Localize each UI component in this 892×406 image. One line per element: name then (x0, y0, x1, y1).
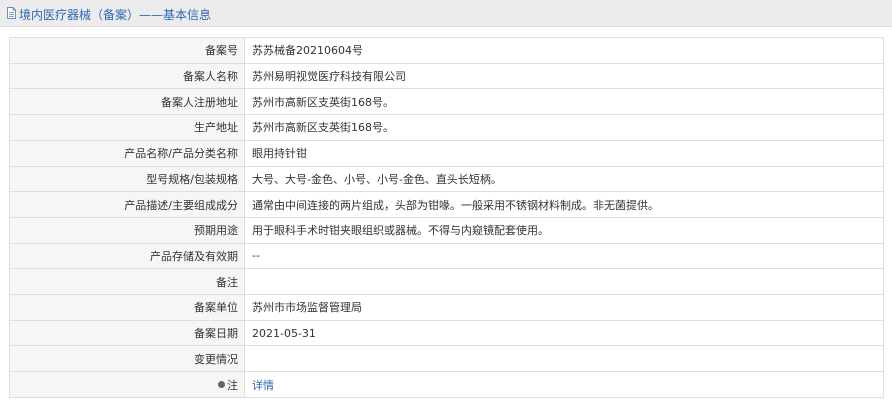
note-label-cell: 注 (9, 371, 245, 398)
table-row: 注 详情 (9, 371, 884, 398)
table-row: 备案日期 2021-05-31 (9, 319, 884, 347)
details-link[interactable]: 详情 (252, 379, 274, 392)
field-value: 眼用持针钳 (244, 139, 884, 167)
table-row: 备案人注册地址 苏州市高新区支英街168号。 (9, 88, 884, 116)
field-value: 苏州易明视觉医疗科技有限公司 (244, 62, 884, 90)
table-row: 备案单位 苏州市市场监督管理局 (9, 294, 884, 321)
pin-icon (218, 381, 225, 389)
title-bar: 境内医疗器械（备案）——基本信息 (0, 0, 892, 27)
note-label: 注 (227, 378, 238, 392)
basic-info-table: 备案号 苏苏械备20210604号 备案人名称 苏州易明视觉医疗科技有限公司 备… (9, 37, 884, 398)
field-label: 备案单位 (9, 294, 245, 321)
page-title: 境内医疗器械（备案）——基本信息 (19, 8, 212, 22)
field-value: 苏苏械备20210604号 (244, 37, 884, 64)
table-row: 生产地址 苏州市高新区支英街168号。 (9, 114, 884, 141)
field-label: 备案人注册地址 (9, 88, 245, 116)
field-label: 备案日期 (9, 319, 245, 347)
field-label: 产品存储及有效期 (9, 242, 245, 270)
table-row: 备案号 苏苏械备20210604号 (9, 37, 884, 64)
field-label: 备案号 (9, 37, 245, 64)
table-row: 产品描述/主要组成成分 通常由中间连接的两片组成，头部为钳喙。一般采用不锈钢材料… (9, 191, 884, 218)
field-label: 预期用途 (9, 216, 245, 244)
field-label: 变更情况 (9, 345, 245, 373)
field-value: 苏州市高新区支英街168号。 (244, 114, 884, 141)
table-row: 型号规格/包装规格 大号、大号-金色、小号、小号-金色、直头长短柄。 (9, 165, 884, 193)
field-label: 备注 (9, 268, 245, 296)
field-label: 产品名称/产品分类名称 (9, 139, 245, 167)
table-row: 备案人名称 苏州易明视觉医疗科技有限公司 (9, 62, 884, 90)
table-row: 产品名称/产品分类名称 眼用持针钳 (9, 139, 884, 167)
field-label: 备案人名称 (9, 62, 245, 90)
field-value (244, 345, 884, 373)
table-row: 变更情况 (9, 345, 884, 373)
field-value: 2021-05-31 (244, 319, 884, 347)
document-icon (7, 7, 16, 19)
field-value: 通常由中间连接的两片组成，头部为钳喙。一般采用不锈钢材料制成。非无菌提供。 (244, 191, 884, 218)
table-row: 备注 (9, 268, 884, 296)
field-value: 用于眼科手术时钳夹眼组织或器械。不得与内窥镜配套使用。 (244, 216, 884, 244)
note-value-cell: 详情 (244, 371, 884, 398)
table-row: 产品存储及有效期 -- (9, 242, 884, 270)
field-value: -- (244, 242, 884, 270)
field-value: 苏州市高新区支英街168号。 (244, 88, 884, 116)
field-value: 大号、大号-金色、小号、小号-金色、直头长短柄。 (244, 165, 884, 193)
field-label: 型号规格/包装规格 (9, 165, 245, 193)
field-label: 产品描述/主要组成成分 (9, 191, 245, 218)
field-value: 苏州市市场监督管理局 (244, 294, 884, 321)
field-label: 生产地址 (9, 114, 245, 141)
table-row: 预期用途 用于眼科手术时钳夹眼组织或器械。不得与内窥镜配套使用。 (9, 216, 884, 244)
field-value (244, 268, 884, 296)
